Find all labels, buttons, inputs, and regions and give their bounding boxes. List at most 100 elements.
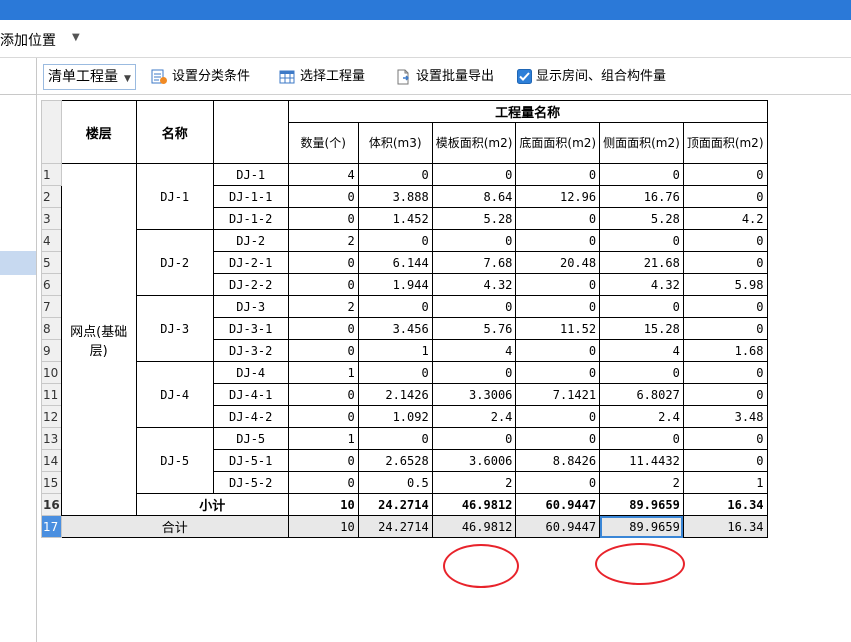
side-cell[interactable]: 5.28 xyxy=(599,207,684,230)
count-cell[interactable]: 0 xyxy=(287,251,359,274)
side-cell[interactable]: 16.76 xyxy=(599,185,684,208)
count-cell[interactable]: 2 xyxy=(287,295,359,318)
code-cell[interactable]: DJ-4 xyxy=(212,361,289,384)
row-number[interactable]: 14 xyxy=(41,449,62,472)
total-formwork-cell[interactable]: 46.9812 xyxy=(431,515,517,538)
subtotal-bottom-cell[interactable]: 60.9447 xyxy=(515,493,601,516)
formwork-cell[interactable]: 5.28 xyxy=(431,207,517,230)
top-cell[interactable]: 0 xyxy=(682,163,768,186)
bottom-cell[interactable]: 0 xyxy=(515,427,601,450)
volume-cell[interactable]: 2.6528 xyxy=(357,449,433,472)
bottom-cell[interactable]: 0 xyxy=(515,471,601,494)
formwork-cell[interactable]: 2.4 xyxy=(431,405,517,428)
name-cell[interactable]: DJ-1 xyxy=(135,163,214,230)
volume-cell[interactable]: 0.5 xyxy=(357,471,433,494)
subtotal-formwork-cell[interactable]: 46.9812 xyxy=(431,493,517,516)
subtotal-volume-cell[interactable]: 24.2714 xyxy=(357,493,433,516)
formwork-cell[interactable]: 3.6006 xyxy=(431,449,517,472)
formwork-cell[interactable]: 0 xyxy=(431,427,517,450)
code-cell[interactable]: DJ-1 xyxy=(212,163,289,186)
bottom-cell[interactable]: 0 xyxy=(515,339,601,362)
code-cell[interactable]: DJ-1-2 xyxy=(212,207,289,230)
header-side-area[interactable]: 侧面面积(m2) xyxy=(599,122,684,164)
count-cell[interactable]: 0 xyxy=(287,273,359,296)
header-quantity-group[interactable]: 工程量名称 xyxy=(287,100,768,123)
side-cell[interactable]: 11.4432 xyxy=(599,449,684,472)
side-cell[interactable]: 15.28 xyxy=(599,317,684,340)
top-cell[interactable]: 4.2 xyxy=(682,207,768,230)
bottom-cell[interactable]: 0 xyxy=(515,295,601,318)
formwork-cell[interactable]: 0 xyxy=(431,361,517,384)
bottom-cell[interactable]: 0 xyxy=(515,229,601,252)
top-cell[interactable]: 0 xyxy=(682,229,768,252)
formwork-cell[interactable]: 8.64 xyxy=(431,185,517,208)
quantity-type-dropdown[interactable]: 清单工程量 ▼ xyxy=(43,64,136,90)
count-cell[interactable]: 2 xyxy=(287,229,359,252)
subtotal-top-cell[interactable]: 16.34 xyxy=(682,493,768,516)
code-cell[interactable]: DJ-5-2 xyxy=(212,471,289,494)
count-cell[interactable]: 0 xyxy=(287,339,359,362)
bottom-cell[interactable]: 0 xyxy=(515,405,601,428)
side-cell[interactable]: 0 xyxy=(599,295,684,318)
side-cell[interactable]: 0 xyxy=(599,427,684,450)
total-volume-cell[interactable]: 24.2714 xyxy=(357,515,433,538)
total-label[interactable]: 合计 xyxy=(60,515,289,538)
volume-cell[interactable]: 3.888 xyxy=(357,185,433,208)
header-bottom-area[interactable]: 底面面积(m2) xyxy=(515,122,601,164)
bottom-cell[interactable]: 7.1421 xyxy=(515,383,601,406)
formwork-cell[interactable]: 0 xyxy=(431,229,517,252)
name-cell[interactable]: DJ-5 xyxy=(135,427,214,494)
count-cell[interactable]: 0 xyxy=(287,383,359,406)
volume-cell[interactable]: 6.144 xyxy=(357,251,433,274)
header-code[interactable] xyxy=(212,100,289,164)
code-cell[interactable]: DJ-1-1 xyxy=(212,185,289,208)
header-formwork-area[interactable]: 模板面积(m2) xyxy=(431,122,517,164)
floor-cell[interactable]: 网点(基础层) xyxy=(60,163,137,516)
count-cell[interactable]: 0 xyxy=(287,405,359,428)
header-floor[interactable]: 楼层 xyxy=(60,100,137,164)
header-count[interactable]: 数量(个) xyxy=(287,122,359,164)
code-cell[interactable]: DJ-2 xyxy=(212,229,289,252)
row-number[interactable]: 11 xyxy=(41,383,62,406)
row-number[interactable]: 2 xyxy=(41,185,62,208)
formwork-cell[interactable]: 4.32 xyxy=(431,273,517,296)
bottom-cell[interactable]: 12.96 xyxy=(515,185,601,208)
subtotal-side-cell[interactable]: 89.9659 xyxy=(599,493,684,516)
checkbox-checked-icon[interactable] xyxy=(517,69,532,84)
top-cell[interactable]: 5.98 xyxy=(682,273,768,296)
count-cell[interactable]: 4 xyxy=(287,163,359,186)
show-rooms-checkbox[interactable]: 显示房间、组合构件量 xyxy=(517,67,666,87)
formwork-cell[interactable]: 3.3006 xyxy=(431,383,517,406)
total-side-cell[interactable]: 89.9659 xyxy=(599,515,684,538)
volume-cell[interactable]: 0 xyxy=(357,229,433,252)
total-top-cell[interactable]: 16.34 xyxy=(682,515,768,538)
code-cell[interactable]: DJ-3-2 xyxy=(212,339,289,362)
top-cell[interactable]: 0 xyxy=(682,251,768,274)
top-cell[interactable]: 0 xyxy=(682,185,768,208)
code-cell[interactable]: DJ-3 xyxy=(212,295,289,318)
top-cell[interactable]: 0 xyxy=(682,361,768,384)
side-cell[interactable]: 6.8027 xyxy=(599,383,684,406)
code-cell[interactable]: DJ-5 xyxy=(212,427,289,450)
total-bottom-cell[interactable]: 60.9447 xyxy=(515,515,601,538)
top-cell[interactable]: 0 xyxy=(682,383,768,406)
volume-cell[interactable]: 2.1426 xyxy=(357,383,433,406)
side-cell[interactable]: 4 xyxy=(599,339,684,362)
left-panel-selected-item[interactable] xyxy=(0,251,36,275)
count-cell[interactable]: 0 xyxy=(287,207,359,230)
volume-cell[interactable]: 0 xyxy=(357,427,433,450)
bottom-cell[interactable]: 0 xyxy=(515,273,601,296)
side-cell[interactable]: 0 xyxy=(599,163,684,186)
code-cell[interactable]: DJ-2-2 xyxy=(212,273,289,296)
side-cell[interactable]: 0 xyxy=(599,229,684,252)
row-number[interactable]: 15 xyxy=(41,471,62,494)
set-category-button[interactable]: 设置分类条件 xyxy=(151,67,250,87)
row-number[interactable]: 13 xyxy=(41,427,62,450)
row-number[interactable]: 6 xyxy=(41,273,62,296)
row-number[interactable]: 8 xyxy=(41,317,62,340)
row-number[interactable]: 1 xyxy=(41,163,62,186)
top-cell[interactable]: 0 xyxy=(682,449,768,472)
row-number[interactable]: 4 xyxy=(41,229,62,252)
chevron-down-icon[interactable]: ▼ xyxy=(72,32,80,43)
top-cell[interactable]: 0 xyxy=(682,427,768,450)
